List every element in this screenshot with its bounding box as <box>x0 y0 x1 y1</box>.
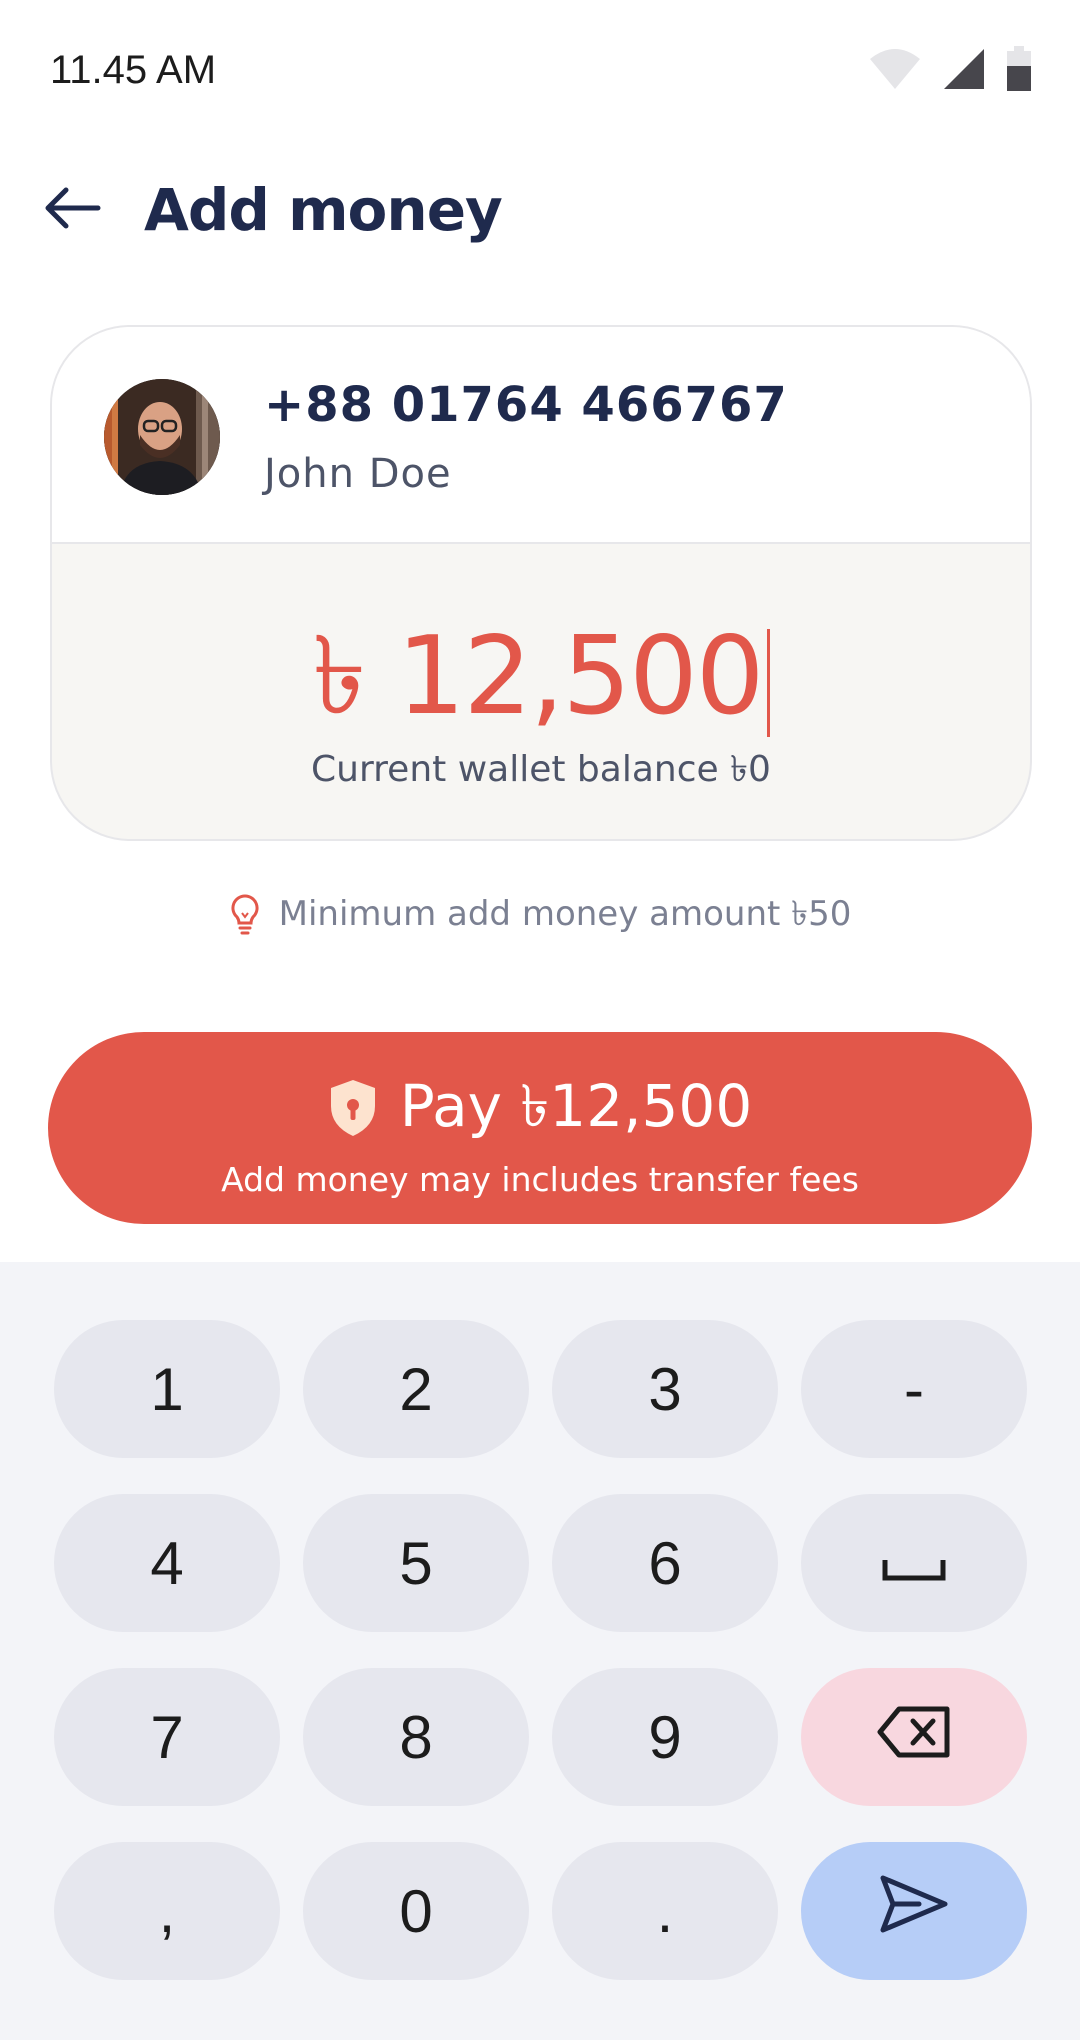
key-4[interactable]: 4 <box>54 1494 280 1632</box>
status-icons <box>868 46 1032 97</box>
key-backspace[interactable] <box>801 1668 1027 1806</box>
recipient-section: +88 01764 466767 John Doe <box>52 327 1030 544</box>
backspace-icon <box>877 1703 951 1772</box>
recipient-name: John Doe <box>264 451 452 497</box>
key-7[interactable]: 7 <box>54 1668 280 1806</box>
key-minus[interactable]: - <box>801 1320 1027 1458</box>
pay-button-main: Pay ৳12,500 <box>48 1062 1032 1159</box>
key-9[interactable]: 9 <box>552 1668 778 1806</box>
battery-icon <box>1006 46 1032 97</box>
key-space[interactable] <box>801 1494 1027 1632</box>
key-3[interactable]: 3 <box>552 1320 778 1458</box>
text-caret <box>766 628 770 737</box>
wallet-balance: Current wallet balance ৳0 <box>311 749 771 790</box>
status-time: 11.45 AM <box>50 48 217 92</box>
add-money-card: +88 01764 466767 John Doe ৳ 12,500 Curre… <box>50 325 1032 841</box>
key-1[interactable]: 1 <box>54 1320 280 1458</box>
wifi-icon <box>868 47 922 96</box>
key-8[interactable]: 8 <box>303 1668 529 1806</box>
arrow-left-icon <box>42 186 102 235</box>
pay-button[interactable]: Pay ৳12,500 Add money may includes trans… <box>48 1032 1032 1224</box>
lightbulb-icon <box>229 893 261 940</box>
back-button[interactable] <box>36 180 108 240</box>
status-bar: 11.45 AM <box>0 0 1080 140</box>
pay-button-label: Pay ৳12,500 <box>399 1072 753 1140</box>
recipient-phone: +88 01764 466767 <box>264 377 788 433</box>
signal-icon <box>942 47 986 96</box>
key-2[interactable]: 2 <box>303 1320 529 1458</box>
key-period[interactable]: . <box>552 1842 778 1980</box>
key-send[interactable] <box>801 1842 1027 1980</box>
key-0[interactable]: 0 <box>303 1842 529 1980</box>
pay-button-subtext: Add money may includes transfer fees <box>221 1160 859 1199</box>
page-title: Add money <box>144 176 503 244</box>
hint-text: Minimum add money amount ৳50 <box>278 894 852 934</box>
space-icon <box>881 1529 947 1598</box>
send-icon <box>879 1874 949 1948</box>
app-header: Add money <box>0 160 1080 260</box>
key-6[interactable]: 6 <box>552 1494 778 1632</box>
numeric-keypad: 1 2 3 - 4 5 6 7 8 9 , 0 . <box>0 1262 1080 2040</box>
key-comma[interactable]: , <box>54 1842 280 1980</box>
shield-lock-icon <box>328 1078 378 1143</box>
avatar <box>104 379 220 495</box>
key-5[interactable]: 5 <box>303 1494 529 1632</box>
minimum-amount-hint: Minimum add money amount ৳50 <box>0 888 1080 945</box>
